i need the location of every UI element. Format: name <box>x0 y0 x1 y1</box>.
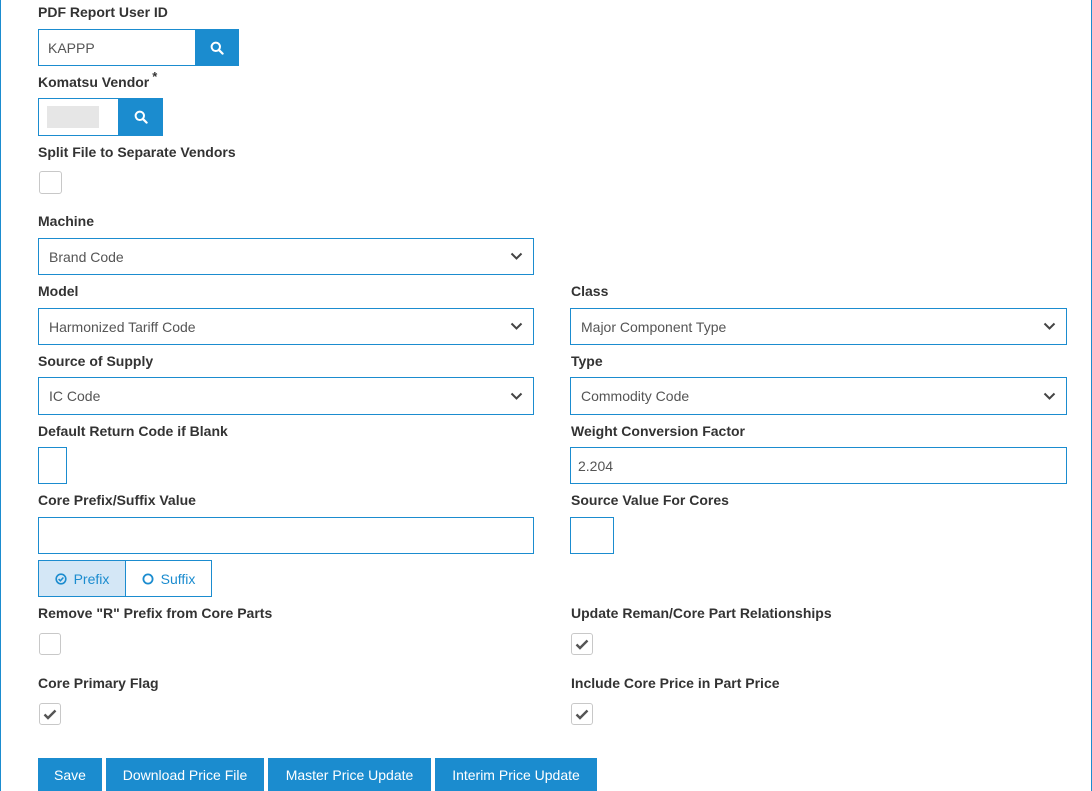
checkmark-icon <box>575 709 589 720</box>
machine-label: Machine <box>38 213 95 229</box>
master-price-update-button[interactable]: Master Price Update <box>268 758 431 791</box>
suffix-label: Suffix <box>160 570 196 587</box>
chevron-down-icon <box>509 389 523 403</box>
chevron-down-icon <box>509 250 523 264</box>
source-of-supply-select[interactable]: IC Code <box>38 377 534 415</box>
core-prefix-suffix-value-label: Core Prefix/Suffix Value <box>38 492 196 508</box>
type-label: Type <box>571 353 603 369</box>
class-select[interactable]: Major Component Type <box>570 308 1067 345</box>
include-core-price-label: Include Core Price in Part Price <box>571 675 780 691</box>
machine-select[interactable]: Brand Code <box>38 238 534 275</box>
suffix-toggle-button[interactable]: Suffix <box>125 560 212 597</box>
source-of-supply-selected-value: IC Code <box>49 388 101 404</box>
checkmark-icon <box>43 709 57 720</box>
pdf-report-user-id-input[interactable]: KAPPP <box>38 29 196 66</box>
source-value-for-cores-input[interactable] <box>570 517 614 554</box>
required-asterisk: * <box>152 69 158 84</box>
split-file-label: Split File to Separate Vendors <box>38 144 236 160</box>
include-core-price-checkbox[interactable] <box>571 703 593 725</box>
weight-conversion-factor-input[interactable]: 2.204 <box>570 447 1067 484</box>
pdf-report-user-id-label: PDF Report User ID <box>38 4 168 20</box>
pdf-report-user-id-search-button[interactable] <box>195 29 239 66</box>
source-value-for-cores-label: Source Value For Cores <box>571 492 729 508</box>
type-select[interactable]: Commodity Code <box>570 377 1067 415</box>
source-of-supply-label: Source of Supply <box>38 353 154 369</box>
core-primary-flag-checkbox[interactable] <box>39 703 61 725</box>
core-prefix-suffix-value-input[interactable] <box>38 517 534 554</box>
pdf-report-user-id-value: KAPPP <box>48 39 95 56</box>
machine-selected-value: Brand Code <box>49 248 124 265</box>
prefix-toggle-button[interactable]: Prefix <box>38 560 126 597</box>
search-icon <box>134 110 148 124</box>
model-label: Model <box>38 283 79 299</box>
check-circle-icon <box>54 572 67 585</box>
type-selected-value: Commodity Code <box>581 388 690 404</box>
chevron-down-icon <box>1042 320 1056 334</box>
weight-conversion-factor-value: 2.204 <box>578 457 614 474</box>
update-reman-core-label: Update Reman/Core Part Relationships <box>571 605 832 621</box>
chevron-down-icon <box>1042 389 1056 403</box>
prefix-label: Prefix <box>73 570 110 587</box>
default-return-code-input[interactable] <box>38 447 67 484</box>
komatsu-vendor-input[interactable] <box>38 98 119 136</box>
komatsu-vendor-label-text: Komatsu Vendor <box>38 74 150 90</box>
weight-conversion-factor-label: Weight Conversion Factor <box>571 423 745 439</box>
save-button[interactable]: Save <box>38 758 102 791</box>
core-primary-flag-label: Core Primary Flag <box>38 675 159 691</box>
remove-r-prefix-label: Remove "R" Prefix from Core Parts <box>38 605 273 621</box>
class-selected-value: Major Component Type <box>581 318 727 335</box>
circle-icon <box>142 573 154 584</box>
split-file-checkbox[interactable] <box>39 171 62 194</box>
remove-r-prefix-checkbox[interactable] <box>39 633 61 655</box>
default-return-code-label: Default Return Code if Blank <box>38 423 228 439</box>
search-icon <box>210 41 224 55</box>
komatsu-vendor-label: Komatsu Vendor * <box>38 69 157 90</box>
model-selected-value: Harmonized Tariff Code <box>49 318 196 335</box>
checkmark-icon <box>575 639 589 650</box>
class-label: Class <box>571 283 609 299</box>
update-reman-core-checkbox[interactable] <box>571 633 593 655</box>
chevron-down-icon <box>509 320 523 334</box>
komatsu-vendor-value-mask <box>47 106 99 128</box>
download-price-file-button[interactable]: Download Price File <box>106 758 264 791</box>
komatsu-vendor-search-button[interactable] <box>118 98 163 136</box>
model-select[interactable]: Harmonized Tariff Code <box>38 308 534 345</box>
interim-price-update-button[interactable]: Interim Price Update <box>435 758 597 791</box>
